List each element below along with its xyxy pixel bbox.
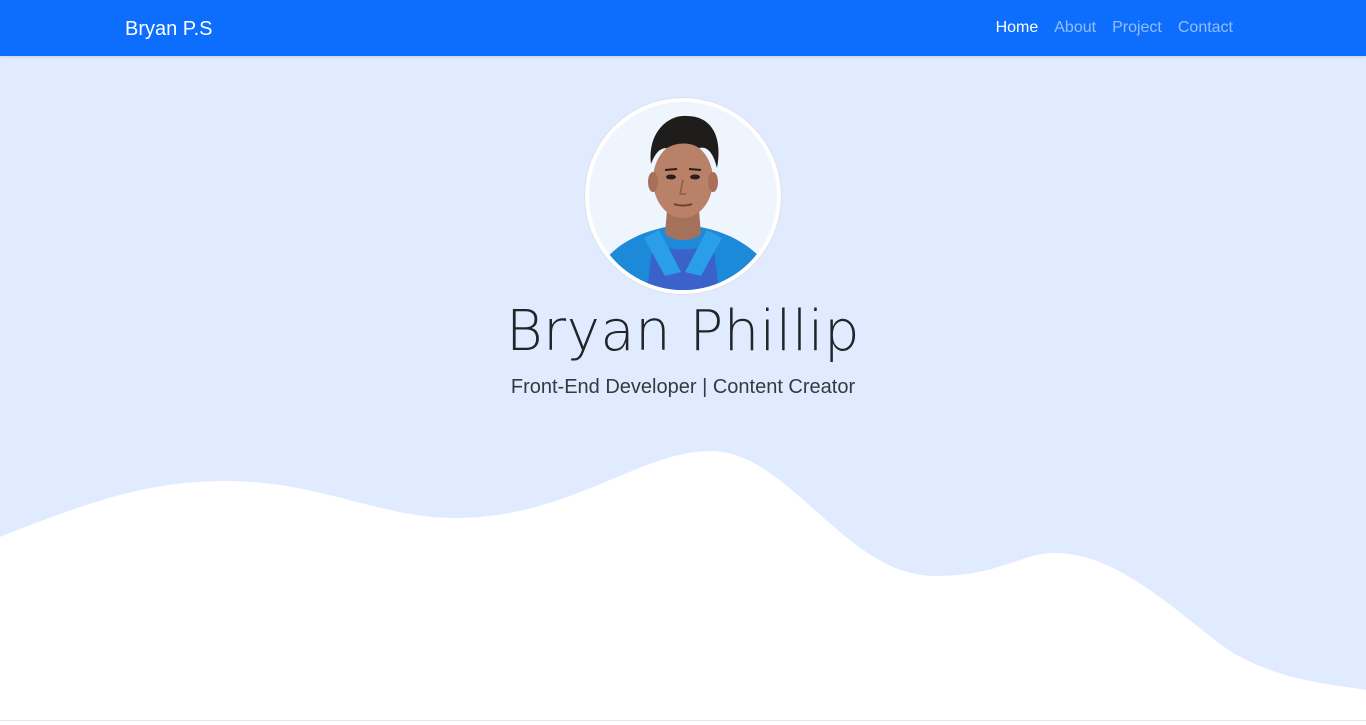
hero-tagline: Front-End Developer | Content Creator bbox=[510, 376, 856, 398]
profile-photo bbox=[589, 102, 777, 290]
divider bbox=[0, 720, 1366, 721]
navbar-brand[interactable]: Bryan P.S bbox=[125, 17, 212, 41]
nav-link-project[interactable]: Project bbox=[1112, 18, 1162, 38]
navbar: Bryan P.S Home About Project Contact bbox=[0, 0, 1366, 56]
avatar bbox=[584, 97, 782, 295]
hero-name: Bryan Phillip bbox=[506, 299, 860, 364]
nav-link-home[interactable]: Home bbox=[996, 18, 1039, 38]
nav-link-contact[interactable]: Contact bbox=[1178, 18, 1233, 38]
nav-link-about[interactable]: About bbox=[1054, 18, 1096, 38]
nav-links: Home About Project Contact bbox=[980, 18, 1233, 38]
hero-section: Bryan Phillip Front-End Developer | Cont… bbox=[0, 56, 1366, 720]
